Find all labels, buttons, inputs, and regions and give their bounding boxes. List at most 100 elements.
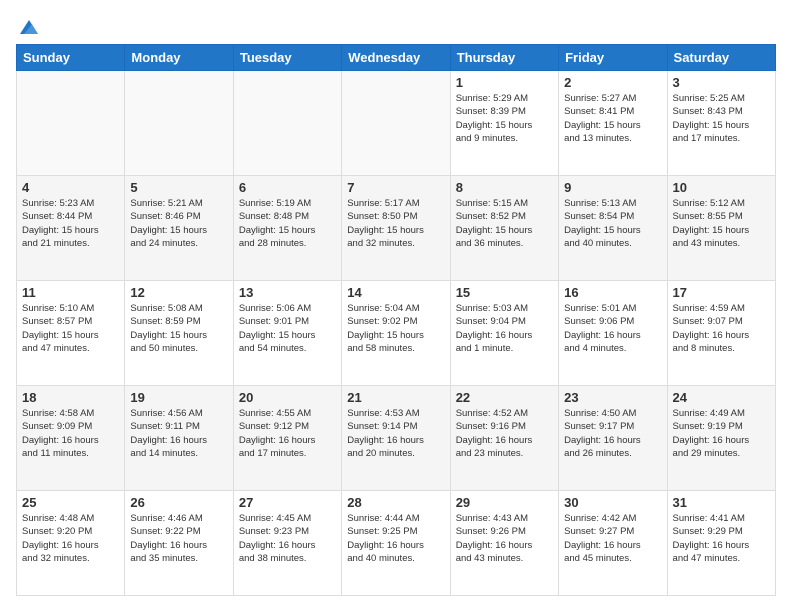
logo [16,16,40,34]
calendar-cell: 14 Sunrise: 5:04 AM Sunset: 9:02 PM Dayli… [342,281,450,386]
day-info: Sunrise: 4:49 AM Sunset: 9:19 PM Dayligh… [673,407,770,460]
day-number: 5 [130,180,227,195]
page: SundayMondayTuesdayWednesdayThursdayFrid… [0,0,792,612]
day-info: Sunrise: 4:45 AM Sunset: 9:23 PM Dayligh… [239,512,336,565]
logo-icon [18,16,40,38]
calendar-cell: 26 Sunrise: 4:46 AM Sunset: 9:22 PM Dayli… [125,491,233,596]
day-number: 6 [239,180,336,195]
day-info: Sunrise: 4:44 AM Sunset: 9:25 PM Dayligh… [347,512,444,565]
day-number: 15 [456,285,553,300]
day-number: 9 [564,180,661,195]
day-info: Sunrise: 5:19 AM Sunset: 8:48 PM Dayligh… [239,197,336,250]
day-number: 12 [130,285,227,300]
weekday-header-saturday: Saturday [667,45,775,71]
weekday-header-friday: Friday [559,45,667,71]
day-info: Sunrise: 5:04 AM Sunset: 9:02 PM Dayligh… [347,302,444,355]
day-number: 27 [239,495,336,510]
weekday-header-sunday: Sunday [17,45,125,71]
day-number: 3 [673,75,770,90]
calendar-cell: 3 Sunrise: 5:25 AM Sunset: 8:43 PM Daylig… [667,71,775,176]
calendar-cell: 22 Sunrise: 4:52 AM Sunset: 9:16 PM Dayli… [450,386,558,491]
calendar-cell: 17 Sunrise: 4:59 AM Sunset: 9:07 PM Dayli… [667,281,775,386]
calendar-cell [342,71,450,176]
day-info: Sunrise: 5:03 AM Sunset: 9:04 PM Dayligh… [456,302,553,355]
day-number: 31 [673,495,770,510]
day-info: Sunrise: 4:50 AM Sunset: 9:17 PM Dayligh… [564,407,661,460]
calendar-cell: 12 Sunrise: 5:08 AM Sunset: 8:59 PM Dayli… [125,281,233,386]
day-info: Sunrise: 4:53 AM Sunset: 9:14 PM Dayligh… [347,407,444,460]
day-number: 11 [22,285,119,300]
calendar-cell: 15 Sunrise: 5:03 AM Sunset: 9:04 PM Dayli… [450,281,558,386]
day-info: Sunrise: 5:08 AM Sunset: 8:59 PM Dayligh… [130,302,227,355]
day-number: 21 [347,390,444,405]
calendar-cell: 13 Sunrise: 5:06 AM Sunset: 9:01 PM Dayli… [233,281,341,386]
calendar-cell: 21 Sunrise: 4:53 AM Sunset: 9:14 PM Dayli… [342,386,450,491]
day-number: 28 [347,495,444,510]
day-number: 8 [456,180,553,195]
weekday-header-monday: Monday [125,45,233,71]
calendar-cell: 9 Sunrise: 5:13 AM Sunset: 8:54 PM Daylig… [559,176,667,281]
day-number: 1 [456,75,553,90]
day-info: Sunrise: 5:06 AM Sunset: 9:01 PM Dayligh… [239,302,336,355]
calendar-cell: 16 Sunrise: 5:01 AM Sunset: 9:06 PM Dayli… [559,281,667,386]
day-number: 19 [130,390,227,405]
day-number: 7 [347,180,444,195]
calendar-cell: 2 Sunrise: 5:27 AM Sunset: 8:41 PM Daylig… [559,71,667,176]
day-number: 17 [673,285,770,300]
day-info: Sunrise: 5:23 AM Sunset: 8:44 PM Dayligh… [22,197,119,250]
day-info: Sunrise: 5:27 AM Sunset: 8:41 PM Dayligh… [564,92,661,145]
day-number: 10 [673,180,770,195]
calendar-week-1: 1 Sunrise: 5:29 AM Sunset: 8:39 PM Daylig… [17,71,776,176]
calendar-cell: 6 Sunrise: 5:19 AM Sunset: 8:48 PM Daylig… [233,176,341,281]
calendar-cell: 29Sunrise: 4:43 AM Sunset: 9:26 PM Dayli… [450,491,558,596]
day-number: 26 [130,495,227,510]
calendar-cell: 24Sunrise: 4:49 AM Sunset: 9:19 PM Dayli… [667,386,775,491]
day-number: 22 [456,390,553,405]
day-info: Sunrise: 4:59 AM Sunset: 9:07 PM Dayligh… [673,302,770,355]
calendar-cell: 28 Sunrise: 4:44 AM Sunset: 9:25 PM Dayli… [342,491,450,596]
day-info: Sunrise: 4:52 AM Sunset: 9:16 PM Dayligh… [456,407,553,460]
calendar-cell [125,71,233,176]
day-number: 14 [347,285,444,300]
day-info: Sunrise: 4:56 AM Sunset: 9:11 PM Dayligh… [130,407,227,460]
day-info: Sunrise: 5:29 AM Sunset: 8:39 PM Dayligh… [456,92,553,145]
calendar-table: SundayMondayTuesdayWednesdayThursdayFrid… [16,44,776,596]
calendar-cell: 23 Sunrise: 4:50 AM Sunset: 9:17 PM Dayli… [559,386,667,491]
calendar-cell: 25 Sunrise: 4:48 AM Sunset: 9:20 PM Dayli… [17,491,125,596]
day-number: 25 [22,495,119,510]
calendar-cell: 30Sunrise: 4:42 AM Sunset: 9:27 PM Dayli… [559,491,667,596]
day-number: 23 [564,390,661,405]
day-info: Sunrise: 5:13 AM Sunset: 8:54 PM Dayligh… [564,197,661,250]
weekday-header-tuesday: Tuesday [233,45,341,71]
calendar-cell: 1 Sunrise: 5:29 AM Sunset: 8:39 PM Daylig… [450,71,558,176]
day-number: 2 [564,75,661,90]
calendar-cell: 4 Sunrise: 5:23 AM Sunset: 8:44 PM Daylig… [17,176,125,281]
day-info: Sunrise: 4:48 AM Sunset: 9:20 PM Dayligh… [22,512,119,565]
day-info: Sunrise: 5:17 AM Sunset: 8:50 PM Dayligh… [347,197,444,250]
weekday-header-thursday: Thursday [450,45,558,71]
calendar-cell [17,71,125,176]
weekday-header-wednesday: Wednesday [342,45,450,71]
day-number: 16 [564,285,661,300]
day-number: 13 [239,285,336,300]
calendar-cell: 10 Sunrise: 5:12 AM Sunset: 8:55 PM Dayli… [667,176,775,281]
calendar-cell: 7 Sunrise: 5:17 AM Sunset: 8:50 PM Daylig… [342,176,450,281]
day-info: Sunrise: 5:10 AM Sunset: 8:57 PM Dayligh… [22,302,119,355]
calendar-cell: 20Sunrise: 4:55 AM Sunset: 9:12 PM Dayli… [233,386,341,491]
calendar-cell [233,71,341,176]
calendar-cell: 18Sunrise: 4:58 AM Sunset: 9:09 PM Dayli… [17,386,125,491]
day-info: Sunrise: 5:21 AM Sunset: 8:46 PM Dayligh… [130,197,227,250]
calendar-cell: 31 Sunrise: 4:41 AM Sunset: 9:29 PM Dayli… [667,491,775,596]
day-number: 29 [456,495,553,510]
calendar-week-2: 4 Sunrise: 5:23 AM Sunset: 8:44 PM Daylig… [17,176,776,281]
day-info: Sunrise: 4:41 AM Sunset: 9:29 PM Dayligh… [673,512,770,565]
calendar-cell: 11 Sunrise: 5:10 AM Sunset: 8:57 PM Dayli… [17,281,125,386]
day-info: Sunrise: 5:25 AM Sunset: 8:43 PM Dayligh… [673,92,770,145]
day-info: Sunrise: 5:01 AM Sunset: 9:06 PM Dayligh… [564,302,661,355]
day-info: Sunrise: 4:42 AM Sunset: 9:27 PM Dayligh… [564,512,661,565]
day-number: 4 [22,180,119,195]
day-info: Sunrise: 4:46 AM Sunset: 9:22 PM Dayligh… [130,512,227,565]
day-info: Sunrise: 4:58 AM Sunset: 9:09 PM Dayligh… [22,407,119,460]
day-info: Sunrise: 4:55 AM Sunset: 9:12 PM Dayligh… [239,407,336,460]
day-info: Sunrise: 5:12 AM Sunset: 8:55 PM Dayligh… [673,197,770,250]
